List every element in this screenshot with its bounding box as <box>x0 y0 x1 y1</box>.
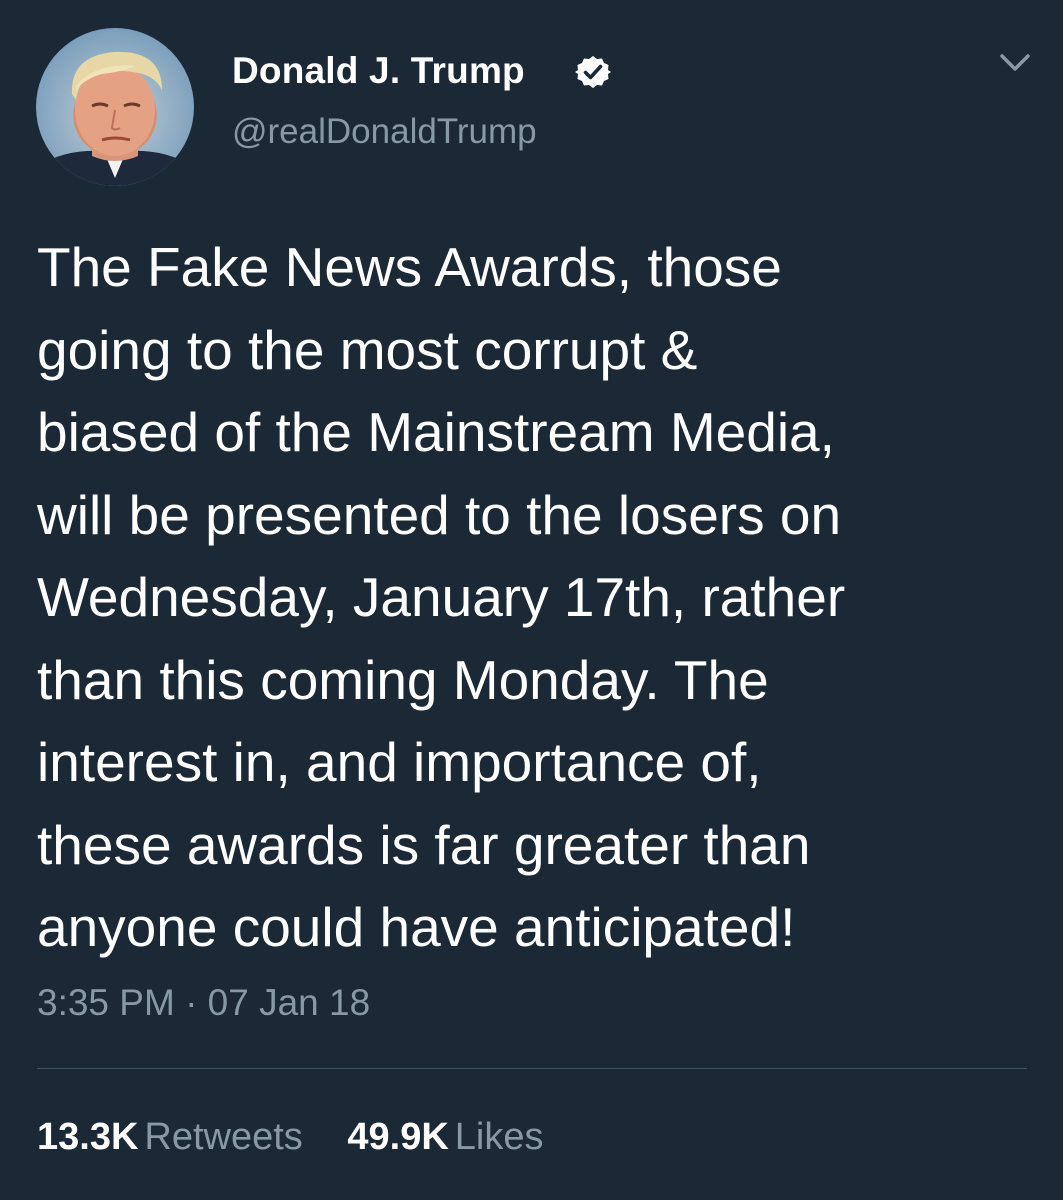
tweet-text: The Fake News Awards, those going to the… <box>37 236 846 958</box>
divider <box>37 1068 1027 1069</box>
author-name[interactable]: Donald J. Trump <box>232 50 525 92</box>
tweet-timestamp[interactable]: 3:35 PM · 07 Jan 18 <box>37 982 370 1024</box>
avatar-portrait-icon <box>36 51 194 186</box>
author-handle[interactable]: @realDonaldTrump <box>232 112 537 152</box>
avatar[interactable] <box>36 28 194 186</box>
tweet-stats: 13.3K Retweets 49.9K Likes <box>37 1116 578 1159</box>
verified-badge-icon <box>575 56 611 88</box>
likes-stat[interactable]: 49.9K Likes <box>347 1116 543 1159</box>
retweets-label: Retweets <box>144 1116 303 1158</box>
chevron-down-icon[interactable] <box>998 48 1032 78</box>
likes-count: 49.9K <box>347 1116 449 1158</box>
retweets-stat[interactable]: 13.3K Retweets <box>37 1116 303 1159</box>
tweet-card: Donald J. Trump @realDonaldTrump The Fak… <box>0 0 1063 1200</box>
likes-label: Likes <box>454 1116 544 1158</box>
retweets-count: 13.3K <box>37 1116 139 1158</box>
